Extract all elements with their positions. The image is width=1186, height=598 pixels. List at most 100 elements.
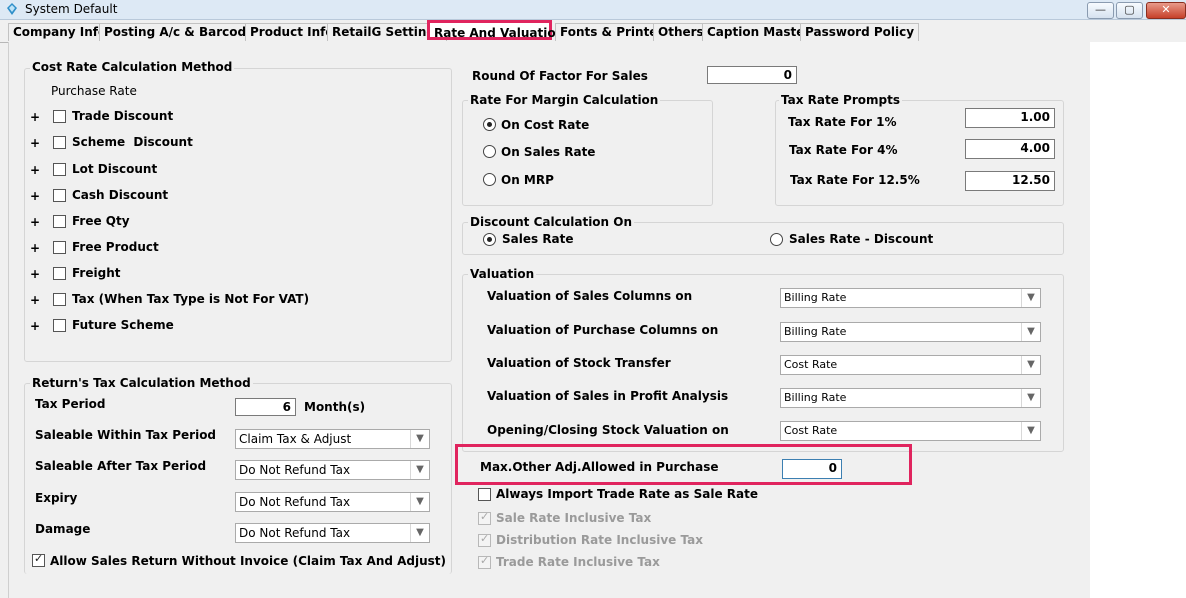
max-other-adj-input[interactable]: 0: [782, 459, 842, 479]
chevron-down-icon[interactable]: ▼: [1021, 422, 1040, 440]
saleable-within-dropdown[interactable]: Claim Tax & Adjust ▼: [235, 429, 430, 449]
distribution-rate-inclusive-checkbox[interactable]: [478, 532, 491, 547]
expand-icon[interactable]: +: [30, 189, 40, 203]
tab-company-info[interactable]: Company Info: [8, 23, 112, 41]
valuation-profit-value: Billing Rate: [784, 391, 847, 404]
scheme-discount-checkbox[interactable]: [53, 136, 66, 149]
tax-rate-4-input[interactable]: 4.00: [965, 139, 1055, 159]
chevron-down-icon[interactable]: ▼: [1021, 389, 1040, 407]
valuation-stock-transfer-dropdown[interactable]: Cost Rate ▼: [780, 355, 1041, 375]
valuation-profit-label: Valuation of Sales in Profit Analysis: [487, 389, 729, 403]
expand-icon[interactable]: +: [30, 136, 40, 150]
chevron-down-icon[interactable]: ▼: [410, 461, 429, 479]
chevron-down-icon[interactable]: ▼: [410, 430, 429, 448]
free-product-checkbox[interactable]: [53, 241, 66, 254]
scheme-discount-label: Scheme Discount: [72, 135, 193, 149]
tax-not-vat-label: Tax (When Tax Type is Not For VAT): [72, 292, 310, 306]
round-factor-label: Round Of Factor For Sales: [472, 69, 648, 83]
free-qty-checkbox[interactable]: [53, 215, 66, 228]
on-cost-rate-radio[interactable]: [483, 118, 496, 131]
sales-rate-radio[interactable]: [483, 233, 496, 246]
trade-discount-label: Trade Discount: [72, 109, 174, 123]
valuation-purchase-value: Billing Rate: [784, 325, 847, 338]
valuation-sales-dropdown[interactable]: Billing Rate ▼: [780, 288, 1041, 308]
tax-rate-1-input[interactable]: 1.00: [965, 108, 1055, 128]
tax-period-unit-label: Month(s): [304, 400, 366, 414]
chevron-down-icon[interactable]: ▼: [1021, 323, 1040, 341]
tab-caption-master[interactable]: Caption Master: [702, 23, 816, 41]
expiry-label: Expiry: [35, 491, 78, 505]
round-factor-input[interactable]: 0: [707, 66, 797, 84]
valuation-sales-label: Valuation of Sales Columns on: [487, 289, 693, 303]
valuation-sales-value: Billing Rate: [784, 291, 847, 304]
valuation-stock-transfer-label: Valuation of Stock Transfer: [487, 356, 671, 370]
chevron-down-icon[interactable]: ▼: [410, 493, 429, 511]
valuation-group-title: Valuation: [468, 267, 537, 281]
tax-rate-1-label: Tax Rate For 1%: [788, 115, 897, 129]
close-button[interactable]: ✕: [1146, 2, 1186, 19]
expand-icon[interactable]: +: [30, 267, 40, 281]
damage-value: Do Not Refund Tax: [239, 526, 351, 540]
expiry-dropdown[interactable]: Do Not Refund Tax ▼: [235, 492, 430, 512]
tax-period-input[interactable]: 6: [235, 398, 296, 416]
on-cost-rate-label: On Cost Rate: [501, 118, 590, 132]
tab-password-policy[interactable]: Password Policy: [800, 23, 920, 41]
allow-return-label: Allow Sales Return Without Invoice (Clai…: [50, 554, 447, 568]
expand-icon[interactable]: +: [30, 110, 40, 124]
always-import-checkbox[interactable]: [478, 488, 491, 501]
always-import-label: Always Import Trade Rate as Sale Rate: [496, 487, 758, 501]
lot-discount-label: Lot Discount: [72, 162, 158, 176]
tax-not-vat-checkbox[interactable]: [53, 293, 66, 306]
tax-rate-12-5-input[interactable]: 12.50: [965, 171, 1055, 191]
future-scheme-checkbox[interactable]: [53, 319, 66, 332]
valuation-stock-transfer-value: Cost Rate: [784, 358, 838, 371]
tax-rate-4-label: Tax Rate For 4%: [789, 143, 898, 157]
on-sales-rate-radio[interactable]: [483, 145, 496, 158]
minimize-button[interactable]: —: [1087, 2, 1114, 19]
saleable-after-value: Do Not Refund Tax: [239, 463, 351, 477]
expand-icon[interactable]: +: [30, 215, 40, 229]
sale-rate-inclusive-checkbox[interactable]: [478, 510, 491, 525]
lot-discount-checkbox[interactable]: [53, 163, 66, 176]
chevron-down-icon[interactable]: ▼: [1021, 289, 1040, 307]
max-other-adj-label: Max.Other Adj.Allowed in Purchase: [480, 460, 719, 474]
expand-icon[interactable]: +: [30, 163, 40, 177]
free-product-label: Free Product: [72, 240, 159, 254]
valuation-purchase-dropdown[interactable]: Billing Rate ▼: [780, 322, 1041, 342]
app-logo-icon: [7, 3, 17, 15]
cash-discount-checkbox[interactable]: [53, 189, 66, 202]
cost-rate-group-title: Cost Rate Calculation Method: [30, 60, 235, 74]
tab-product-info[interactable]: Product Info: [245, 23, 339, 41]
on-mrp-radio[interactable]: [483, 173, 496, 186]
tab-rate-and-valuation[interactable]: Rate And Valuation: [427, 20, 564, 40]
tab-posting-barcodes[interactable]: Posting A/c & Barcodes: [99, 23, 267, 41]
chevron-down-icon[interactable]: ▼: [410, 524, 429, 542]
valuation-purchase-label: Valuation of Purchase Columns on: [487, 323, 719, 337]
allow-return-checkbox[interactable]: [32, 552, 45, 567]
sales-rate-discount-radio[interactable]: [770, 233, 783, 246]
saleable-within-label: Saleable Within Tax Period: [35, 428, 217, 442]
valuation-profit-dropdown[interactable]: Billing Rate ▼: [780, 388, 1041, 408]
title-bar: [0, 0, 1186, 20]
free-qty-label: Free Qty: [72, 214, 130, 228]
returns-tax-group-title: Return's Tax Calculation Method: [30, 376, 253, 390]
trade-rate-inclusive-checkbox[interactable]: [478, 554, 491, 569]
window-title: System Default: [25, 2, 118, 16]
tab-others[interactable]: Others: [653, 23, 709, 41]
future-scheme-label: Future Scheme: [72, 318, 174, 332]
trade-discount-checkbox[interactable]: [53, 110, 66, 123]
tax-period-label: Tax Period: [35, 397, 106, 411]
purchase-rate-label: Purchase Rate: [51, 84, 137, 98]
damage-dropdown[interactable]: Do Not Refund Tax ▼: [235, 523, 430, 543]
expand-icon[interactable]: +: [30, 319, 40, 333]
valuation-opening-closing-dropdown[interactable]: Cost Rate ▼: [780, 421, 1041, 441]
freight-label: Freight: [72, 266, 121, 280]
expiry-value: Do Not Refund Tax: [239, 495, 351, 509]
chevron-down-icon[interactable]: ▼: [1021, 356, 1040, 374]
freight-checkbox[interactable]: [53, 267, 66, 280]
expand-icon[interactable]: +: [30, 241, 40, 255]
expand-icon[interactable]: +: [30, 293, 40, 307]
maximize-button[interactable]: ▢: [1116, 2, 1143, 19]
discount-calc-group-title: Discount Calculation On: [468, 215, 635, 229]
saleable-after-dropdown[interactable]: Do Not Refund Tax ▼: [235, 460, 430, 480]
